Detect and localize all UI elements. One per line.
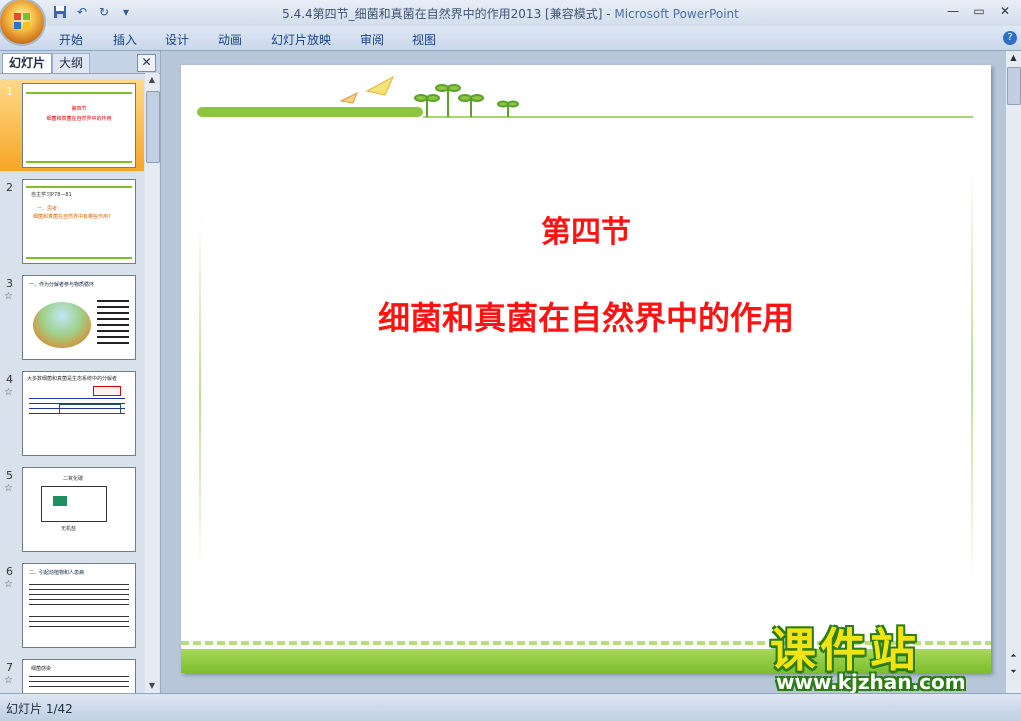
help-icon[interactable]: ?: [1003, 31, 1017, 45]
animation-star-icon: ☆: [4, 387, 13, 398]
ecosystem-illustration: [33, 302, 91, 348]
window-title-separator: -: [602, 7, 615, 21]
thumbnail-preview: 二氧化碳 无机盐: [22, 467, 136, 552]
thumbnail-text: 细菌和真菌在自然界中的作用: [46, 116, 112, 122]
thumbnail-text: 细菌和真菌在自然界中有哪些作用？: [33, 214, 114, 220]
ribbon-tabs: 开始 插入 设计 动画 幻灯片放映 审阅 视图 ?: [0, 26, 1021, 51]
scroll-thumb[interactable]: [1007, 67, 1021, 105]
decorative-line: [26, 186, 132, 188]
editor-scrollbar[interactable]: ▲ ⏶ ⏷: [1006, 51, 1021, 693]
slide-number: 1: [6, 85, 13, 98]
thumbnail-slide-5[interactable]: 5 ☆ 二氧化碳 无机盐: [0, 463, 144, 555]
thumbnail-preview: 第四节 细菌和真菌在自然界中的作用: [22, 83, 136, 168]
slide-number: 3: [6, 277, 13, 290]
animation-star-icon: ☆: [4, 483, 13, 494]
slide-title[interactable]: 第四节: [181, 207, 991, 251]
text-block: [29, 584, 129, 606]
restore-button[interactable]: ▭: [967, 2, 991, 20]
tab-view[interactable]: 视图: [412, 31, 436, 48]
decorative-line: [199, 215, 201, 575]
animation-star-icon: ☆: [4, 675, 13, 686]
tab-review[interactable]: 审阅: [360, 31, 384, 48]
thumbnail-text: 二氧化碳: [63, 476, 84, 482]
watermark: 课件站 www.kjzhan.com: [770, 614, 1010, 694]
close-pane-icon[interactable]: ✕: [137, 54, 156, 72]
tab-slideshow[interactable]: 幻灯片放映: [271, 31, 331, 48]
text-block: [29, 676, 129, 690]
animation-star-icon: ☆: [4, 291, 13, 302]
tab-home[interactable]: 开始: [59, 31, 83, 48]
slide-canvas[interactable]: 第四节 细菌和真菌在自然界中的作用: [181, 65, 991, 673]
thumbnail-list: 1 第四节 细菌和真菌在自然界中的作用 2 自主学习P78—81 一、思考： 细…: [0, 76, 144, 693]
thumbnail-text: 自主学习P78—81: [31, 192, 72, 198]
pane-tabs: 幻灯片 大纲 ✕: [0, 51, 160, 74]
thumbnail-text: 细菌感染: [31, 666, 52, 672]
tab-outline[interactable]: 大纲: [52, 53, 91, 73]
text-block: [29, 616, 129, 628]
cycle-diagram: [41, 486, 107, 522]
scroll-up-icon[interactable]: ▲: [1006, 51, 1021, 65]
tab-design[interactable]: 设计: [165, 31, 189, 48]
slide-number: 4: [6, 373, 13, 386]
window-controls: — ▭ ✕: [941, 2, 1017, 20]
status-bar: 幻灯片 1/42: [0, 693, 1021, 721]
thumbnail-text: 大多数细菌和真菌是生态系统中的分解者: [27, 376, 118, 382]
thumbnail-scrollbar[interactable]: ▲ ▼: [145, 73, 160, 693]
slides-pane: 幻灯片 大纲 ✕ 1 第四节 细菌和真菌在自然界中的作用 2 自主学习P78—8…: [0, 51, 161, 693]
tab-slides[interactable]: 幻灯片: [2, 53, 53, 73]
thumbnail-slide-1[interactable]: 1 第四节 细菌和真菌在自然界中的作用: [0, 79, 144, 171]
slide-number: 6: [6, 565, 13, 578]
tab-animations[interactable]: 动画: [218, 31, 242, 48]
slide-number: 5: [6, 469, 13, 482]
thumbnail-text: 一、思考：: [37, 206, 63, 212]
thumbnail-text: 一、作为分解者参与物质循环: [29, 282, 95, 288]
diagram-node: [53, 496, 67, 506]
title-bar: ↶ ↻ ▾ 5.4.4第四节_细菌和真菌在自然界中的作用2013 [兼容模式] …: [0, 0, 1021, 26]
office-logo-icon: [14, 13, 30, 29]
animation-star-icon: ☆: [4, 579, 13, 590]
office-button[interactable]: [0, 0, 44, 44]
slide-subtitle[interactable]: 细菌和真菌在自然界中的作用: [181, 293, 991, 339]
scroll-up-icon[interactable]: ▲: [145, 73, 159, 87]
minimize-button[interactable]: —: [941, 2, 965, 20]
thumbnail-text: 无机盐: [61, 526, 77, 532]
thumbnail-slide-2[interactable]: 2 自主学习P78—81 一、思考： 细菌和真菌在自然界中有哪些作用？: [0, 175, 144, 267]
thumbnail-slide-4[interactable]: 4 ☆ 大多数细菌和真菌是生态系统中的分解者: [0, 367, 144, 459]
decorative-line: [26, 92, 132, 94]
window-title-file: 5.4.4第四节_细菌和真菌在自然界中的作用2013 [兼容模式]: [282, 7, 603, 21]
slide-counter: 幻灯片 1/42: [6, 702, 73, 716]
thumbnail-slide-7[interactable]: 7 ☆ 细菌感染: [0, 655, 144, 693]
text-block: [97, 300, 129, 348]
slide-number: 7: [6, 661, 13, 674]
tab-insert[interactable]: 插入: [113, 31, 137, 48]
close-button[interactable]: ✕: [993, 2, 1017, 20]
highlight-box: [93, 386, 121, 396]
thumbnail-slide-3[interactable]: 3 ☆ 一、作为分解者参与物质循环: [0, 271, 144, 363]
thumbnail-preview: 大多数细菌和真菌是生态系统中的分解者: [22, 371, 136, 456]
sprout-decoration: [197, 75, 973, 118]
window-title-app: Microsoft PowerPoint: [614, 7, 739, 21]
thumbnail-preview: 自主学习P78—81 一、思考： 细菌和真菌在自然界中有哪些作用？: [22, 179, 136, 264]
thumbnail-preview: 一、作为分解者参与物质循环: [22, 275, 136, 360]
scroll-thumb[interactable]: [146, 91, 160, 163]
slide-number: 2: [6, 181, 13, 194]
thumbnail-slide-6[interactable]: 6 ☆ 二、引起动植物和人患病: [0, 559, 144, 651]
thumbnail-preview: 细菌感染: [22, 659, 136, 693]
decorative-line: [26, 257, 132, 259]
watermark-url: www.kjzhan.com: [776, 670, 966, 694]
diagram-box: [59, 404, 121, 414]
decorative-line: [26, 161, 132, 163]
thumbnail-preview: 二、引起动植物和人患病: [22, 563, 136, 648]
window-title: 5.4.4第四节_细菌和真菌在自然界中的作用2013 [兼容模式] - Micr…: [0, 5, 1021, 22]
scroll-down-icon[interactable]: ▼: [145, 679, 159, 693]
thumbnail-text: 第四节: [71, 106, 87, 112]
thumbnail-text: 二、引起动植物和人患病: [29, 570, 85, 576]
slide-editor: 第四节 细菌和真菌在自然界中的作用: [161, 51, 1006, 693]
